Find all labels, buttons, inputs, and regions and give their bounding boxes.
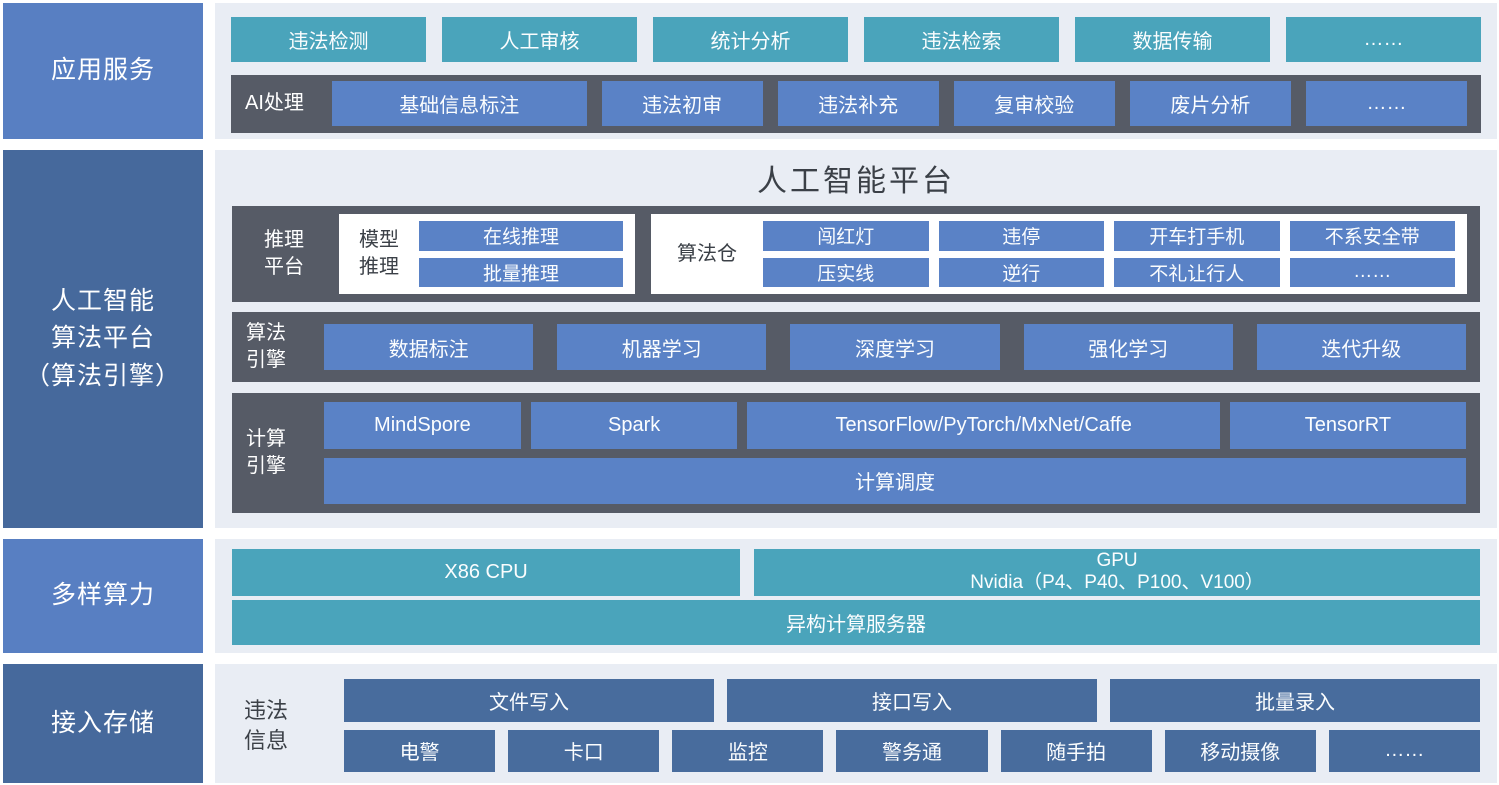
sidebar-item-ai-platform: 人工智能 算法平台 （算法引擎） bbox=[3, 150, 203, 528]
sidebar-item-storage: 接入存储 bbox=[3, 664, 203, 783]
sidebar-label-storage: 接入存储 bbox=[51, 705, 155, 743]
heterogeneous-server-block[interactable]: 异构计算服务器 bbox=[232, 600, 1480, 645]
ai-processing-item-recheck[interactable]: 复审校验 bbox=[954, 81, 1115, 126]
cpu-block[interactable]: X86 CPU bbox=[232, 549, 740, 596]
algorithm-item-no-yield[interactable]: 不礼让行人 bbox=[1114, 258, 1280, 288]
model-inference-label: 模型 推理 bbox=[351, 227, 407, 281]
write-method-file[interactable]: 文件写入 bbox=[344, 679, 714, 722]
processor-row: X86 CPU GPU Nvidia（P4、P40、P100、V100） bbox=[232, 549, 1480, 596]
ai-platform-title: 人工智能平台 bbox=[232, 150, 1480, 206]
section-ai-platform: 人工智能 算法平台 （算法引擎） 人工智能平台 推理 平台 模型 推理 在线推理… bbox=[3, 150, 1497, 528]
source-electronic-police[interactable]: 电警 bbox=[344, 730, 495, 773]
algorithm-item-red-light[interactable]: 闯红灯 bbox=[763, 221, 929, 251]
engine-item-reinforcement-learning[interactable]: 强化学习 bbox=[1024, 324, 1233, 370]
ai-processing-item-base-annotation[interactable]: 基础信息标注 bbox=[332, 81, 587, 126]
ai-platform-panel: 人工智能平台 推理 平台 模型 推理 在线推理 批量推理 算法仓 闯红灯 违停 … bbox=[215, 150, 1497, 528]
section-storage: 接入存储 违法 信息 文件写入 接口写入 批量录入 电警 卡口 监控 警务通 随… bbox=[3, 664, 1497, 783]
compute-engine-panel: 计算 引擎 MindSpore Spark TensorFlow/PyTorch… bbox=[232, 393, 1480, 513]
engine-item-iterative-upgrade[interactable]: 迭代升级 bbox=[1257, 324, 1466, 370]
source-row: 电警 卡口 监控 警务通 随手拍 移动摄像 …… bbox=[344, 730, 1480, 773]
model-inference-box: 模型 推理 在线推理 批量推理 bbox=[339, 214, 635, 294]
sidebar-label-app-services: 应用服务 bbox=[51, 52, 155, 90]
sidebar-label-ai-platform: 人工智能 算法平台 （算法引擎） bbox=[25, 283, 181, 396]
algorithm-engine-panel: 算法 引擎 数据标注 机器学习 深度学习 强化学习 迭代升级 bbox=[232, 312, 1480, 382]
architecture-diagram: 应用服务 违法检测 人工审核 统计分析 违法检索 数据传输 …… AI处理 基础… bbox=[0, 0, 1499, 785]
ai-processing-item-supplement[interactable]: 违法补充 bbox=[778, 81, 939, 126]
framework-spark[interactable]: Spark bbox=[531, 402, 738, 449]
engine-item-deep-learning[interactable]: 深度学习 bbox=[790, 324, 999, 370]
model-inference-stack: 在线推理 批量推理 bbox=[419, 221, 623, 287]
section-app-services: 应用服务 违法检测 人工审核 统计分析 违法检索 数据传输 …… AI处理 基础… bbox=[3, 3, 1497, 139]
service-button-violation-search[interactable]: 违法检索 bbox=[864, 17, 1059, 62]
model-inference-item-batch[interactable]: 批量推理 bbox=[419, 258, 623, 288]
source-surveillance[interactable]: 监控 bbox=[672, 730, 823, 773]
write-method-api[interactable]: 接口写入 bbox=[727, 679, 1097, 722]
source-more[interactable]: …… bbox=[1329, 730, 1480, 773]
engine-item-machine-learning[interactable]: 机器学习 bbox=[557, 324, 766, 370]
service-button-row: 违法检测 人工审核 统计分析 违法检索 数据传输 …… bbox=[231, 17, 1481, 62]
framework-mindspore[interactable]: MindSpore bbox=[324, 402, 521, 449]
ai-processing-panel: AI处理 基础信息标注 违法初审 违法补充 复审校验 废片分析 …… bbox=[231, 75, 1481, 133]
computing-power-panel: X86 CPU GPU Nvidia（P4、P40、P100、V100） 异构计… bbox=[215, 539, 1497, 653]
sidebar-item-app-services: 应用服务 bbox=[3, 3, 203, 139]
algorithm-item-no-seatbelt[interactable]: 不系安全带 bbox=[1290, 221, 1456, 251]
ai-processing-item-more[interactable]: …… bbox=[1306, 81, 1467, 126]
algorithm-item-phone-driving[interactable]: 开车打手机 bbox=[1114, 221, 1280, 251]
service-button-violation-detection[interactable]: 违法检测 bbox=[231, 17, 426, 62]
ai-processing-label: AI处理 bbox=[245, 90, 317, 117]
ai-processing-item-initial-review[interactable]: 违法初审 bbox=[602, 81, 763, 126]
storage-panel: 违法 信息 文件写入 接口写入 批量录入 电警 卡口 监控 警务通 随手拍 移动… bbox=[215, 664, 1497, 783]
compute-engine-stack: MindSpore Spark TensorFlow/PyTorch/MxNet… bbox=[324, 402, 1466, 504]
service-button-more[interactable]: …… bbox=[1286, 17, 1481, 62]
inference-platform-panel: 推理 平台 模型 推理 在线推理 批量推理 算法仓 闯红灯 违停 开车打手机 不… bbox=[232, 206, 1480, 302]
engine-item-data-annotation[interactable]: 数据标注 bbox=[324, 324, 533, 370]
algorithm-item-illegal-parking[interactable]: 违停 bbox=[939, 221, 1105, 251]
service-button-statistics[interactable]: 统计分析 bbox=[653, 17, 848, 62]
algorithm-warehouse-box: 算法仓 闯红灯 违停 开车打手机 不系安全带 压实线 逆行 不礼让行人 …… bbox=[651, 214, 1467, 294]
framework-tensorflow-pytorch[interactable]: TensorFlow/PyTorch/MxNet/Caffe bbox=[747, 402, 1219, 449]
service-button-data-transfer[interactable]: 数据传输 bbox=[1075, 17, 1270, 62]
algorithm-item-wrong-way[interactable]: 逆行 bbox=[939, 258, 1105, 288]
app-services-panel: 违法检测 人工审核 统计分析 违法检索 数据传输 …… AI处理 基础信息标注 … bbox=[215, 3, 1497, 139]
algorithm-engine-label: 算法 引擎 bbox=[246, 320, 304, 374]
compute-engine-label: 计算 引擎 bbox=[246, 426, 304, 480]
write-method-row: 文件写入 接口写入 批量录入 bbox=[344, 679, 1480, 722]
source-mobile-camera[interactable]: 移动摄像 bbox=[1165, 730, 1316, 773]
algorithm-item-more[interactable]: …… bbox=[1290, 258, 1456, 288]
model-inference-item-online[interactable]: 在线推理 bbox=[419, 221, 623, 251]
service-button-manual-review[interactable]: 人工审核 bbox=[442, 17, 637, 62]
section-computing-power: 多样算力 X86 CPU GPU Nvidia（P4、P40、P100、V100… bbox=[3, 539, 1497, 653]
sidebar-item-computing-power: 多样算力 bbox=[3, 539, 203, 653]
inference-platform-label: 推理 平台 bbox=[245, 227, 323, 281]
framework-row: MindSpore Spark TensorFlow/PyTorch/MxNet… bbox=[324, 402, 1466, 449]
source-snapshot[interactable]: 随手拍 bbox=[1001, 730, 1152, 773]
sidebar-label-computing-power: 多样算力 bbox=[51, 577, 155, 615]
source-checkpoint[interactable]: 卡口 bbox=[508, 730, 659, 773]
violation-info-label: 违法 信息 bbox=[232, 696, 314, 755]
ai-processing-item-discard-analysis[interactable]: 废片分析 bbox=[1130, 81, 1291, 126]
framework-tensorrt[interactable]: TensorRT bbox=[1230, 402, 1466, 449]
source-police-terminal[interactable]: 警务通 bbox=[836, 730, 987, 773]
storage-stack: 文件写入 接口写入 批量录入 电警 卡口 监控 警务通 随手拍 移动摄像 …… bbox=[344, 679, 1480, 772]
algorithm-item-line-pressing[interactable]: 压实线 bbox=[763, 258, 929, 288]
compute-scheduler-button[interactable]: 计算调度 bbox=[324, 458, 1466, 505]
algorithm-warehouse-label: 算法仓 bbox=[663, 241, 751, 268]
algorithm-warehouse-grid: 闯红灯 违停 开车打手机 不系安全带 压实线 逆行 不礼让行人 …… bbox=[763, 221, 1455, 287]
gpu-block[interactable]: GPU Nvidia（P4、P40、P100、V100） bbox=[754, 549, 1480, 596]
write-method-batch[interactable]: 批量录入 bbox=[1110, 679, 1480, 722]
